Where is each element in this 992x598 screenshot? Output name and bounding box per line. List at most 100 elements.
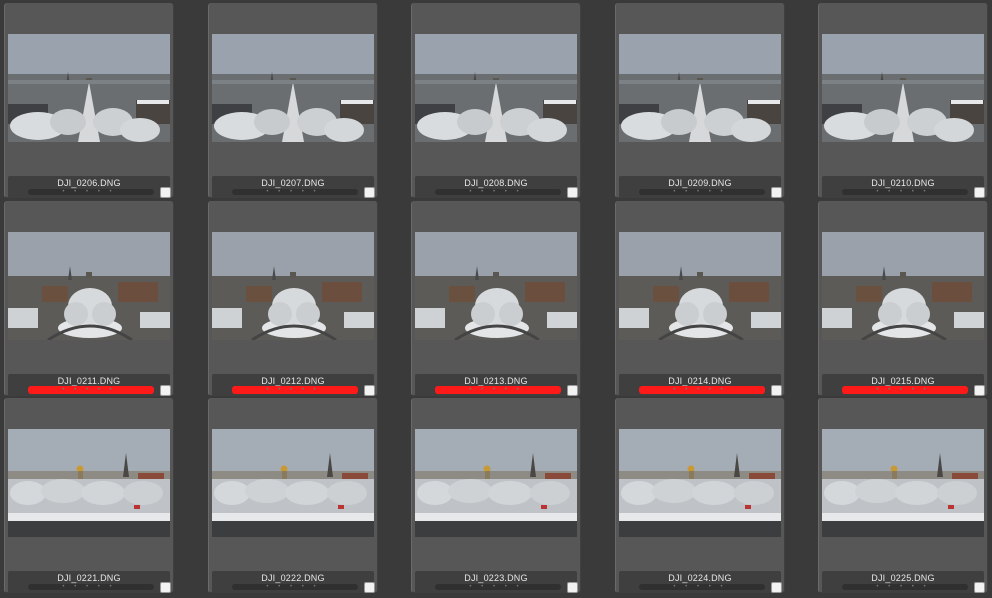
filename-label: DJI_0213.DNG: [464, 376, 528, 386]
filename-label: DJI_0223.DNG: [464, 573, 528, 583]
thumbnail-footer: DJI_0222.DNG • • • • •: [212, 571, 375, 593]
select-checkbox[interactable]: [160, 385, 171, 396]
select-checkbox[interactable]: [567, 385, 578, 396]
star-rating[interactable]: • • • • •: [212, 387, 374, 393]
photo-thumbnail[interactable]: [415, 429, 577, 537]
star-rating[interactable]: • • • • •: [212, 189, 374, 195]
select-checkbox[interactable]: [974, 385, 985, 396]
star-rating[interactable]: • • • • •: [822, 584, 984, 590]
thumbnail-footer: DJI_0213.DNG • • • • •: [415, 374, 578, 396]
thumbnail-footer: DJI_0224.DNG • • • • •: [619, 571, 782, 593]
photo-thumbnail[interactable]: [822, 429, 984, 537]
photo-thumbnail[interactable]: [8, 232, 170, 340]
filename-label: DJI_0221.DNG: [57, 573, 121, 583]
photo-thumbnail[interactable]: [822, 232, 984, 340]
select-checkbox[interactable]: [771, 385, 782, 396]
photo-thumbnail[interactable]: [8, 34, 170, 142]
select-checkbox[interactable]: [771, 582, 782, 593]
filename-label: DJI_0211.DNG: [57, 376, 121, 386]
thumbnail-cell[interactable]: DJI_0211.DNG • • • • •: [4, 201, 174, 396]
filename-label: DJI_0214.DNG: [668, 376, 732, 386]
thumbnail-cell[interactable]: DJI_0210.DNG • • • • •: [818, 3, 988, 198]
photo-thumbnail[interactable]: [212, 34, 374, 142]
filename-label: DJI_0206.DNG: [57, 178, 121, 188]
thumbnail-cell[interactable]: DJI_0222.DNG • • • • •: [208, 398, 378, 593]
photo-thumbnail[interactable]: [619, 232, 781, 340]
filename-label: DJI_0212.DNG: [261, 376, 325, 386]
star-rating[interactable]: • • • • •: [415, 387, 577, 393]
photo-image: [212, 34, 374, 142]
select-checkbox[interactable]: [567, 187, 578, 198]
thumbnail-cell[interactable]: DJI_0223.DNG • • • • •: [411, 398, 581, 593]
star-rating[interactable]: • • • • •: [822, 189, 984, 195]
photo-thumbnail[interactable]: [212, 232, 374, 340]
star-rating[interactable]: • • • • •: [8, 189, 170, 195]
photo-thumbnail[interactable]: [212, 429, 374, 537]
star-rating[interactable]: • • • • •: [8, 584, 170, 590]
photo-thumbnail[interactable]: [619, 429, 781, 537]
select-checkbox[interactable]: [364, 582, 375, 593]
photo-image: [8, 232, 170, 340]
star-rating[interactable]: • • • • •: [212, 584, 374, 590]
select-checkbox[interactable]: [567, 582, 578, 593]
photo-thumbnail[interactable]: [8, 429, 170, 537]
star-rating[interactable]: • • • • •: [619, 189, 781, 195]
photo-image: [619, 429, 781, 537]
thumbnail-footer: DJI_0223.DNG • • • • •: [415, 571, 578, 593]
select-checkbox[interactable]: [364, 187, 375, 198]
photo-thumbnail[interactable]: [415, 232, 577, 340]
thumbnail-footer: DJI_0211.DNG • • • • •: [8, 374, 171, 396]
thumbnail-grid: DJI_0206.DNG • • • • • DJI_0207.DNG • • …: [0, 0, 992, 598]
filename-label: DJI_0209.DNG: [668, 178, 732, 188]
select-checkbox[interactable]: [974, 582, 985, 593]
thumbnail-cell[interactable]: DJI_0215.DNG • • • • •: [818, 201, 988, 396]
thumbnail-cell[interactable]: DJI_0212.DNG • • • • •: [208, 201, 378, 396]
select-checkbox[interactable]: [771, 187, 782, 198]
photo-image: [415, 34, 577, 142]
thumbnail-cell[interactable]: DJI_0225.DNG • • • • •: [818, 398, 988, 593]
filename-label: DJI_0215.DNG: [871, 376, 935, 386]
select-checkbox[interactable]: [974, 187, 985, 198]
thumbnail-footer: DJI_0225.DNG • • • • •: [822, 571, 985, 593]
filename-label: DJI_0225.DNG: [871, 573, 935, 583]
filename-label: DJI_0210.DNG: [871, 178, 935, 188]
select-checkbox[interactable]: [364, 385, 375, 396]
star-rating[interactable]: • • • • •: [415, 189, 577, 195]
star-rating[interactable]: • • • • •: [619, 387, 781, 393]
filename-label: DJI_0222.DNG: [261, 573, 325, 583]
thumbnail-cell[interactable]: DJI_0209.DNG • • • • •: [615, 3, 785, 198]
photo-thumbnail[interactable]: [619, 34, 781, 142]
thumbnail-cell[interactable]: DJI_0214.DNG • • • • •: [615, 201, 785, 396]
thumbnail-cell[interactable]: DJI_0207.DNG • • • • •: [208, 3, 378, 198]
photo-image: [415, 232, 577, 340]
photo-image: [619, 232, 781, 340]
photo-image: [212, 232, 374, 340]
filename-label: DJI_0207.DNG: [261, 178, 325, 188]
thumbnail-footer: DJI_0206.DNG • • • • •: [8, 176, 171, 198]
photo-thumbnail[interactable]: [822, 34, 984, 142]
photo-image: [212, 429, 374, 537]
select-checkbox[interactable]: [160, 582, 171, 593]
thumbnail-footer: DJI_0212.DNG • • • • •: [212, 374, 375, 396]
photo-image: [8, 429, 170, 537]
thumbnail-footer: DJI_0215.DNG • • • • •: [822, 374, 985, 396]
select-checkbox[interactable]: [160, 187, 171, 198]
filename-label: DJI_0224.DNG: [668, 573, 732, 583]
photo-thumbnail[interactable]: [415, 34, 577, 142]
filename-label: DJI_0208.DNG: [464, 178, 528, 188]
star-rating[interactable]: • • • • •: [415, 584, 577, 590]
thumbnail-cell[interactable]: DJI_0208.DNG • • • • •: [411, 3, 581, 198]
photo-image: [8, 34, 170, 142]
photo-image: [415, 429, 577, 537]
star-rating[interactable]: • • • • •: [619, 584, 781, 590]
thumbnail-footer: DJI_0214.DNG • • • • •: [619, 374, 782, 396]
thumbnail-footer: DJI_0221.DNG • • • • •: [8, 571, 171, 593]
star-rating[interactable]: • • • • •: [8, 387, 170, 393]
star-rating[interactable]: • • • • •: [822, 387, 984, 393]
thumbnail-cell[interactable]: DJI_0221.DNG • • • • •: [4, 398, 174, 593]
thumbnail-cell[interactable]: DJI_0224.DNG • • • • •: [615, 398, 785, 593]
photo-image: [822, 232, 984, 340]
thumbnail-footer: DJI_0209.DNG • • • • •: [619, 176, 782, 198]
thumbnail-cell[interactable]: DJI_0206.DNG • • • • •: [4, 3, 174, 198]
thumbnail-cell[interactable]: DJI_0213.DNG • • • • •: [411, 201, 581, 396]
